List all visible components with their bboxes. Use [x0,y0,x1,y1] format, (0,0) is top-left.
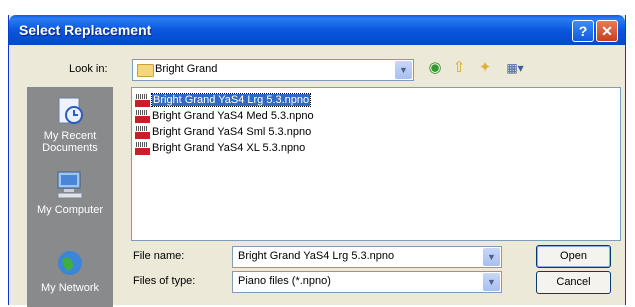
file-name-label: File name: [133,250,185,262]
help-button[interactable]: ? [572,20,594,42]
look-in-combo[interactable]: Bright Grand ▼ [132,59,414,81]
place-label: My Recent Documents [42,130,98,154]
computer-icon [54,169,86,201]
up-folder-icon[interactable]: ⇧ [450,59,468,77]
views-menu-icon[interactable]: ▦▾ [502,59,528,77]
dialog-title: Select Replacement [19,22,152,38]
npno-file-icon [135,141,150,155]
list-item[interactable]: Bright Grand YaS4 Lrg 5.3.npno [135,92,312,108]
back-icon[interactable]: ◉ [426,59,444,77]
list-item[interactable]: Bright Grand YaS4 XL 5.3.npno [135,140,305,156]
npno-file-icon [135,109,150,123]
chevron-down-icon[interactable]: ▼ [483,248,500,266]
place-my-computer[interactable]: My Computer [27,169,113,216]
file-name: Bright Grand YaS4 Med 5.3.npno [152,110,314,122]
look-in-label: Look in: [69,63,108,75]
file-name-value: Bright Grand YaS4 Lrg 5.3.npno [238,250,395,262]
open-button[interactable]: Open [536,245,611,268]
file-type-label: Files of type: [133,275,196,287]
chevron-down-icon[interactable]: ▼ [483,273,500,291]
npno-file-icon [135,125,150,139]
look-in-value: Bright Grand [155,63,218,75]
new-folder-icon[interactable]: ✦ [476,59,494,77]
file-list[interactable]: Bright Grand YaS4 Lrg 5.3.npno Bright Gr… [131,87,621,241]
list-item[interactable]: Bright Grand YaS4 Med 5.3.npno [135,108,314,124]
file-name: Bright Grand YaS4 Sml 5.3.npno [152,126,312,138]
title-bar[interactable]: Select Replacement ? ✕ [9,15,625,45]
place-my-network[interactable]: My Network [27,247,113,294]
place-label: My Network [40,282,100,294]
file-name: Bright Grand YaS4 Lrg 5.3.npno [150,93,312,107]
npno-file-icon [135,93,150,107]
folder-icon [137,64,154,77]
places-bar: My Recent Documents My Computer My Netwo… [27,87,113,307]
select-replacement-dialog: Select Replacement ? ✕ Look in: Bright G… [8,15,626,307]
file-type-select[interactable]: Piano files (*.npno) ▼ [232,271,502,293]
network-globe-icon [54,247,86,279]
file-name-input[interactable]: Bright Grand YaS4 Lrg 5.3.npno ▼ [232,246,502,268]
place-label: My Computer [36,204,104,216]
chevron-down-icon[interactable]: ▼ [395,61,412,79]
list-item[interactable]: Bright Grand YaS4 Sml 5.3.npno [135,124,311,140]
close-button[interactable]: ✕ [596,20,618,42]
file-name: Bright Grand YaS4 XL 5.3.npno [152,142,306,154]
place-my-recent-documents[interactable]: My Recent Documents [27,95,113,154]
recent-documents-icon [54,95,86,127]
file-type-value: Piano files (*.npno) [238,275,331,287]
